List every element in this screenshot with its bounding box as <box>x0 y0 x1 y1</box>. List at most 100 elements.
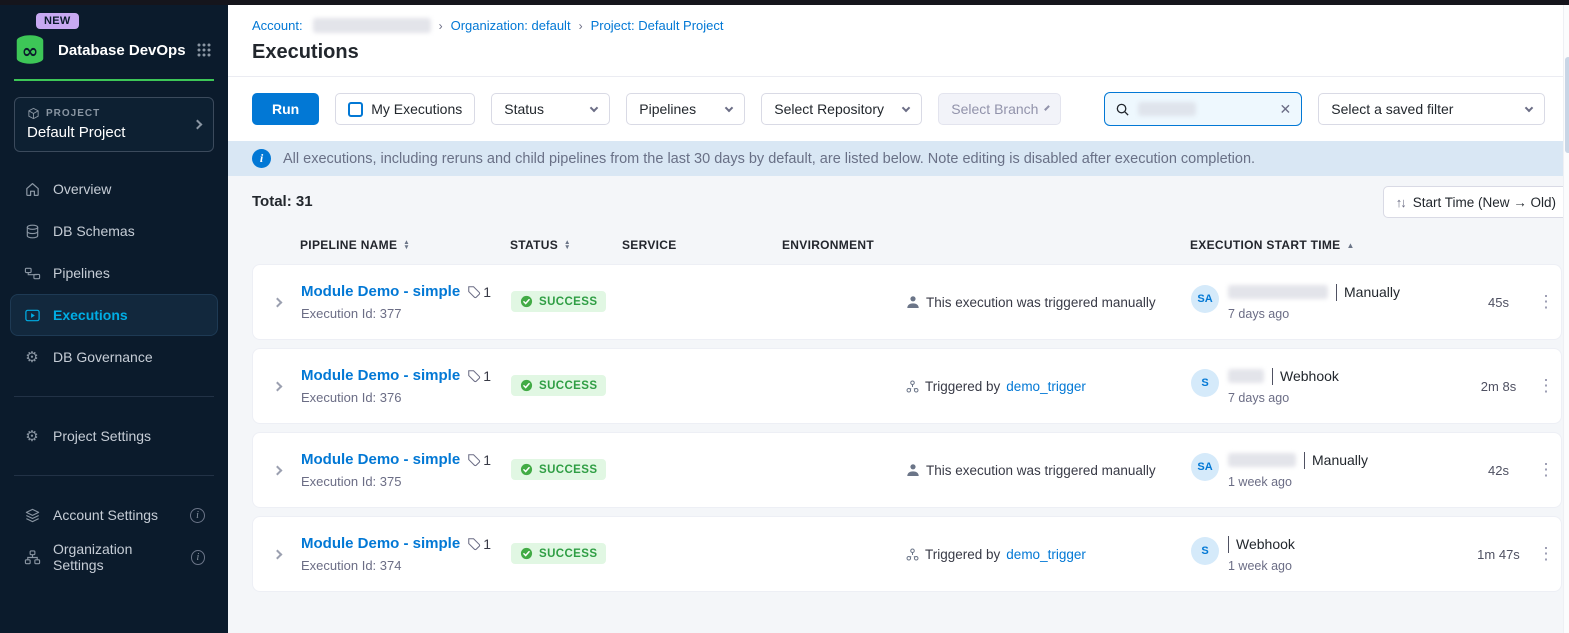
row-menu-icon[interactable]: ⋮ <box>1531 295 1561 309</box>
chevron-down-icon <box>902 103 910 111</box>
pipeline-cell: Module Demo - simple 1 Execution Id: 375 <box>301 451 511 489</box>
info-circle-icon: i <box>191 550 205 565</box>
page-header: Account: › Organization: default › Proje… <box>228 5 1569 77</box>
breadcrumb-organization[interactable]: Organization: default <box>451 18 571 33</box>
status-badge: SUCCESS <box>511 459 606 480</box>
pipelines-filter-label: Pipelines <box>639 101 696 117</box>
sidebar-nav: Overview DB Schemas <box>0 168 228 378</box>
sidebar-item-label: DB Governance <box>53 349 153 365</box>
repository-filter-dropdown[interactable]: Select Repository <box>761 93 922 125</box>
sidebar-item-pipelines[interactable]: Pipelines <box>10 252 218 294</box>
expand-row-chevron[interactable] <box>253 467 301 474</box>
project-selector[interactable]: PROJECT Default Project <box>14 97 214 152</box>
execution-id: Execution Id: 377 <box>301 306 511 321</box>
redacted-user-name <box>1228 369 1264 383</box>
pipeline-name-link[interactable]: Module Demo - simple <box>301 283 460 300</box>
tag-count: 1 <box>467 284 491 300</box>
status-cell: SUCCESS <box>511 291 623 313</box>
app-title: Database DevOps <box>58 42 186 59</box>
trigger-text: This execution was triggered manually <box>926 463 1156 478</box>
vertical-scrollbar[interactable] <box>1563 5 1569 633</box>
info-banner-text: All executions, including reruns and chi… <box>283 151 1255 167</box>
execution-id: Execution Id: 376 <box>301 390 511 405</box>
trigger-text: This execution was triggered manually <box>926 295 1156 310</box>
window-top-strip <box>0 0 1569 5</box>
pipeline-name-link[interactable]: Module Demo - simple <box>301 535 460 552</box>
check-circle-icon <box>520 379 533 392</box>
status-filter-dropdown[interactable]: Status <box>491 93 610 125</box>
duration: 42s <box>1466 463 1531 478</box>
duration: 1m 47s <box>1466 547 1531 562</box>
row-menu-icon[interactable]: ⋮ <box>1531 379 1561 393</box>
status-badge: SUCCESS <box>511 375 606 396</box>
start-type-label: Webhook <box>1228 536 1295 553</box>
column-header-pipeline-name[interactable]: PIPELINE NAME ▲▼ <box>300 238 510 252</box>
breadcrumb-project[interactable]: Project: Default Project <box>591 18 724 33</box>
search-icon <box>1115 102 1130 117</box>
column-header-execution-start-time[interactable]: EXECUTION START TIME ▲ <box>1190 238 1465 252</box>
start-type-label: Webhook <box>1272 368 1339 385</box>
home-icon <box>23 180 41 198</box>
tag-icon <box>467 537 481 551</box>
sidebar-item-db-governance[interactable]: ⚙ DB Governance <box>10 336 218 378</box>
redacted-search-text <box>1138 102 1196 116</box>
search-input[interactable]: ✕ <box>1104 92 1302 126</box>
sidebar-item-organization-settings[interactable]: Organization Settings i <box>10 536 218 578</box>
pipelines-icon <box>23 264 41 282</box>
status-cell: SUCCESS <box>511 459 623 481</box>
row-menu-icon[interactable]: ⋮ <box>1531 547 1561 561</box>
start-type-label: Manually <box>1336 284 1400 301</box>
start-time-cell: S Webhook 1 week ago <box>1191 535 1466 573</box>
trigger-link[interactable]: demo_trigger <box>1006 547 1086 562</box>
sidebar-item-account-settings[interactable]: Account Settings i <box>10 494 218 536</box>
column-header-environment: ENVIRONMENT <box>782 238 905 252</box>
column-header-status[interactable]: STATUS ▲▼ <box>510 238 622 252</box>
row-menu-icon[interactable]: ⋮ <box>1531 463 1561 477</box>
sidebar-item-label: Overview <box>53 181 111 197</box>
sidebar-item-project-settings[interactable]: ⚙ Project Settings <box>10 415 218 457</box>
expand-row-chevron[interactable] <box>253 383 301 390</box>
my-executions-toggle[interactable]: My Executions <box>335 93 475 125</box>
saved-filter-dropdown[interactable]: Select a saved filter <box>1318 93 1545 125</box>
pipelines-filter-dropdown[interactable]: Pipelines <box>626 93 745 125</box>
chevron-down-icon <box>725 103 733 111</box>
status-badge: SUCCESS <box>511 543 606 564</box>
sidebar-divider <box>14 396 214 397</box>
executions-list: Module Demo - simple 1 Execution Id: 377… <box>228 264 1569 592</box>
layers-icon <box>23 506 41 524</box>
start-time-cell: SA Manually 1 week ago <box>1191 451 1466 489</box>
sidebar-item-overview[interactable]: Overview <box>10 168 218 210</box>
time-ago: 7 days ago <box>1228 307 1400 321</box>
sort-arrows-icon: ↑↓ <box>1396 195 1405 210</box>
sidebar-item-executions[interactable]: Executions <box>10 294 218 336</box>
info-banner: i All executions, including reruns and c… <box>228 141 1569 176</box>
breadcrumb-account[interactable]: Account: <box>252 18 303 33</box>
pipeline-name-link[interactable]: Module Demo - simple <box>301 451 460 468</box>
status-badge: SUCCESS <box>511 291 606 312</box>
tag-icon <box>467 453 481 467</box>
sidebar-item-db-schemas[interactable]: DB Schemas <box>10 210 218 252</box>
expand-row-chevron[interactable] <box>253 551 301 558</box>
pipeline-name-link[interactable]: Module Demo - simple <box>301 367 460 384</box>
cube-icon <box>27 107 40 120</box>
scrollbar-thumb[interactable] <box>1565 57 1569 153</box>
run-button[interactable]: Run <box>252 93 319 125</box>
redacted-user-name <box>1228 285 1328 299</box>
project-label: PROJECT <box>46 108 100 119</box>
chevron-down-icon <box>590 103 598 111</box>
clear-search-icon[interactable]: ✕ <box>1280 101 1292 118</box>
repository-filter-label: Select Repository <box>774 101 884 117</box>
duration: 45s <box>1466 295 1531 310</box>
expand-row-chevron[interactable] <box>253 299 301 306</box>
toolbar: Run My Executions Status Pipelines Selec… <box>228 77 1569 141</box>
app-switcher-grid-icon[interactable] <box>196 42 212 58</box>
status-filter-label: Status <box>504 101 544 117</box>
sidebar-item-label: Executions <box>53 307 128 323</box>
trigger-link[interactable]: demo_trigger <box>1006 379 1086 394</box>
my-executions-checkbox[interactable] <box>348 102 363 117</box>
sort-order-dropdown[interactable]: ↑↓ Start Time (New → Old) <box>1383 186 1569 218</box>
brand-accent-line <box>14 79 214 81</box>
trigger-cell: Triggered by demo_trigger <box>906 547 1191 562</box>
sort-order-label: Start Time (New → Old) <box>1413 195 1556 210</box>
gear-icon: ⚙ <box>23 348 41 366</box>
